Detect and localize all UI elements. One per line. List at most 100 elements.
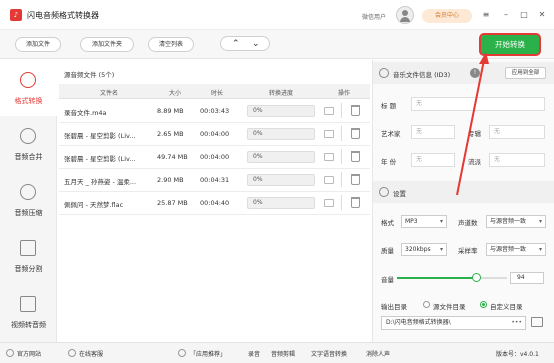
genre-field[interactable]: 无 xyxy=(489,153,545,167)
sidebar-item-label: 音频压缩 xyxy=(14,209,43,217)
artist-field[interactable]: 无 xyxy=(411,125,455,139)
table-row[interactable]: 张碧晨 - 星空剪影 (Liv... 49.74 MB 00:04:00 0% xyxy=(59,146,370,169)
menu-icon[interactable]: ≡ xyxy=(480,8,492,22)
progress-value: 0% xyxy=(253,176,263,183)
file-duration: 00:04:40 xyxy=(200,199,230,207)
trash-icon[interactable] xyxy=(351,105,360,116)
progress-value: 0% xyxy=(253,130,263,137)
sidebar-item-label: 音频合并 xyxy=(14,153,43,161)
output-label: 输出目录 xyxy=(381,303,407,311)
progress-bar: 0% xyxy=(247,197,315,209)
sidebar-item-format-convert[interactable]: 格式转换 xyxy=(0,60,57,116)
progress-bar: 0% xyxy=(247,128,315,140)
add-folder-button[interactable]: 添加文件夹 xyxy=(80,37,134,52)
move-down-icon[interactable]: ⌄ xyxy=(252,38,260,50)
file-size: 49.74 MB xyxy=(157,153,188,161)
minimize-button[interactable]: – xyxy=(500,8,512,22)
album-label: 专辑 xyxy=(468,130,481,138)
volume-stepper[interactable]: 94 xyxy=(510,272,544,284)
apply-all-button[interactable]: 应用到全部 xyxy=(505,67,546,79)
headset-icon xyxy=(68,349,76,357)
record-link[interactable]: 录音 xyxy=(248,349,260,358)
home-icon xyxy=(6,349,14,357)
folder-icon[interactable] xyxy=(324,199,334,207)
open-folder-icon[interactable] xyxy=(531,317,543,327)
file-name: 五月天 _ 孙燕姿 - 温柔... xyxy=(64,178,137,186)
output-custom-label: 自定义目录 xyxy=(490,303,523,311)
volume-slider[interactable] xyxy=(397,273,507,282)
channels-select[interactable]: 与源音频一致 xyxy=(486,215,546,228)
right-panel: 音乐文件信息 (ID3) ! 应用到全部 标 题 无 艺术家 无 专辑 无 年 … xyxy=(372,60,554,342)
reorder-buttons: ⌃ ⌄ xyxy=(220,36,270,51)
sidebar-item-video-to-audio[interactable]: 视频转音频 xyxy=(0,284,57,340)
settings-section-header: 设置 xyxy=(373,181,554,203)
table-row[interactable]: 张碧晨 - 星空剪影 (Liv... 2.65 MB 00:04:00 0% xyxy=(59,123,370,146)
table-row[interactable]: 佩佩问 - 天然梦.flac 25.87 MB 00:04:40 0% xyxy=(59,192,370,215)
vip-center-button[interactable]: 会员中心 xyxy=(422,9,472,23)
folder-icon[interactable] xyxy=(324,107,334,115)
title-label: 标 题 xyxy=(381,102,397,110)
sidebar-item-audio-merge[interactable]: 音频合并 xyxy=(0,116,57,172)
folder-icon[interactable] xyxy=(324,176,334,184)
settings-section-title: 设置 xyxy=(393,190,406,198)
website-link[interactable]: 官方网站 xyxy=(17,349,41,358)
app-logo-icon: ♪ xyxy=(10,9,22,21)
file-duration: 00:04:00 xyxy=(200,130,230,138)
quality-select[interactable]: 320kbps xyxy=(401,243,447,256)
divider xyxy=(341,149,342,164)
table-row[interactable]: 五月天 _ 孙燕姿 - 温柔... 2.90 MB 00:04:31 0% xyxy=(59,169,370,192)
tts-link[interactable]: 文字语音转换 xyxy=(311,349,347,358)
help-icon[interactable]: ! xyxy=(470,68,480,78)
add-file-button[interactable]: 添加文件 xyxy=(15,37,61,52)
browse-button[interactable]: ••• xyxy=(511,317,522,329)
maximize-button[interactable]: □ xyxy=(518,8,530,22)
sidebar-item-audio-split[interactable]: 音频分割 xyxy=(0,228,57,284)
folder-icon[interactable] xyxy=(324,153,334,161)
output-source-label: 源文件目录 xyxy=(433,303,466,311)
folder-icon[interactable] xyxy=(324,130,334,138)
output-source-radio[interactable] xyxy=(423,301,430,308)
trash-icon[interactable] xyxy=(351,151,360,162)
file-name: 张碧晨 - 星空剪影 (Liv... xyxy=(64,132,136,140)
genre-label: 流派 xyxy=(468,158,481,166)
close-button[interactable]: ✕ xyxy=(536,8,548,22)
format-select[interactable]: MP3 xyxy=(401,215,447,228)
output-custom-radio[interactable] xyxy=(480,301,487,308)
file-name: 录音文件.m4a xyxy=(64,109,107,117)
file-size: 2.90 MB xyxy=(157,176,184,184)
denoise-link[interactable]: 消除人声 xyxy=(366,349,390,358)
progress-bar: 0% xyxy=(247,174,315,186)
avatar[interactable] xyxy=(396,6,414,24)
support-link[interactable]: 在线客服 xyxy=(79,349,103,358)
album-field[interactable]: 无 xyxy=(489,125,545,139)
trash-icon[interactable] xyxy=(351,197,360,208)
divider xyxy=(341,172,342,187)
column-action: 操作 xyxy=(337,90,350,97)
progress-value: 0% xyxy=(253,107,263,114)
start-convert-button[interactable]: 开始转换 xyxy=(481,35,539,54)
sidebar-item-label: 视频转音频 xyxy=(11,321,46,329)
file-duration: 00:03:43 xyxy=(200,107,230,115)
user-name[interactable]: 微信用户 xyxy=(362,12,386,21)
year-label: 年 份 xyxy=(381,158,397,166)
channels-label: 声道数 xyxy=(458,219,478,227)
sidebar-item-label: 格式转换 xyxy=(14,97,43,105)
audio-cut-link[interactable]: 音频剪辑 xyxy=(271,349,295,358)
move-up-icon[interactable]: ⌃ xyxy=(232,38,240,50)
file-duration: 00:04:31 xyxy=(200,176,230,184)
file-size: 25.87 MB xyxy=(157,199,188,207)
output-path-field[interactable]: D:\闪电音频格式转换器\ ••• xyxy=(381,316,526,330)
trash-icon[interactable] xyxy=(351,128,360,139)
toolbar: 添加文件 添加文件夹 清空列表 ⌃ ⌄ xyxy=(0,30,554,59)
trash-icon[interactable] xyxy=(351,174,360,185)
progress-value: 0% xyxy=(253,199,263,206)
title-field[interactable]: 无 xyxy=(411,97,545,111)
clear-list-button[interactable]: 清空列表 xyxy=(148,37,194,52)
volume-slider-fill xyxy=(397,277,477,279)
year-field[interactable]: 无 xyxy=(411,153,455,167)
table-row[interactable]: 录音文件.m4a 8.89 MB 00:03:43 0% xyxy=(59,100,370,123)
column-size: 大小 xyxy=(168,90,181,97)
sidebar-item-audio-compress[interactable]: 音频压缩 xyxy=(0,172,57,228)
samplerate-select[interactable]: 与源音频一致 xyxy=(486,243,546,256)
volume-slider-thumb[interactable] xyxy=(472,273,482,282)
